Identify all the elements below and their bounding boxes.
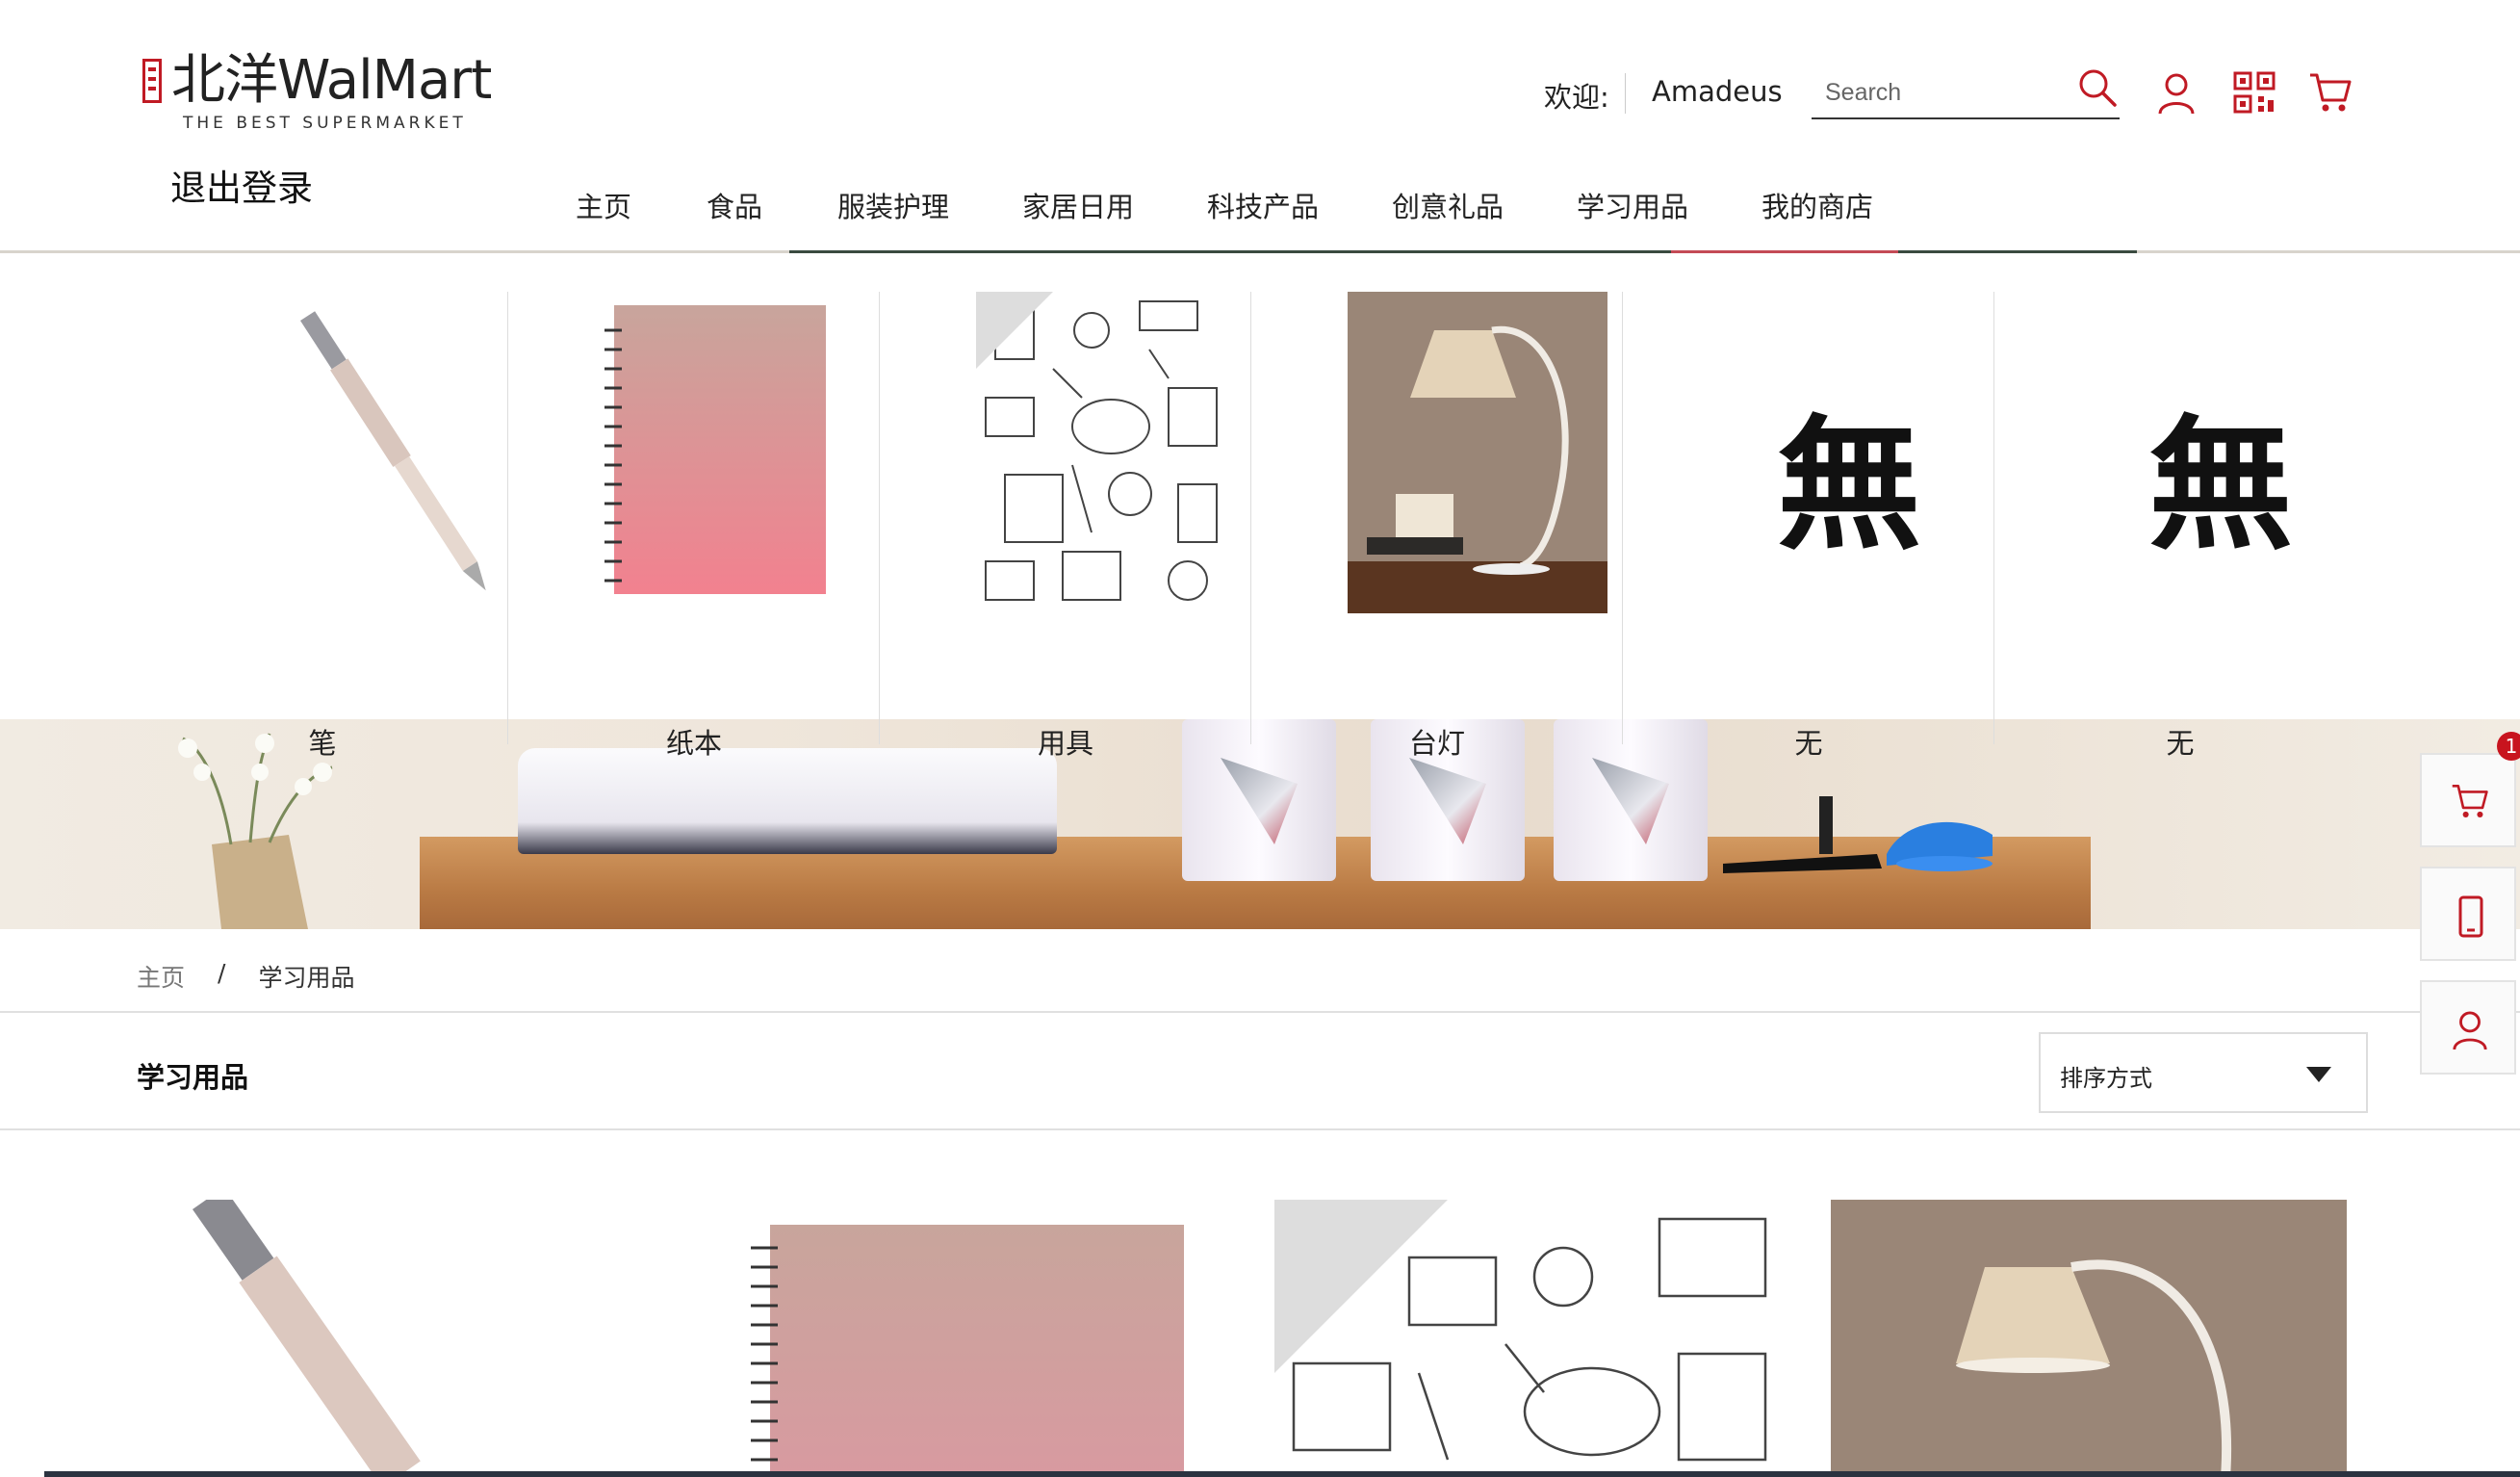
pen-image: [233, 292, 493, 613]
nav-item-tech[interactable]: 科技产品: [1207, 185, 1319, 225]
search-input[interactable]: [1825, 75, 2056, 110]
cart-icon: [2452, 785, 2488, 817]
sort-select[interactable]: 排序方式: [2039, 1032, 2368, 1113]
chevron-down-icon: [2306, 1067, 2331, 1082]
category-item[interactable]: 台灯: [1251, 292, 1623, 760]
stationery-pattern-image: [976, 292, 1236, 613]
side-mobile-button[interactable]: [2420, 867, 2516, 961]
divider: [0, 1011, 2520, 1013]
nav-item-food[interactable]: 食品: [707, 185, 762, 225]
side-cart-button[interactable]: [2420, 753, 2516, 847]
page: 北洋WalMart THE BEST SUPERMARKET 退出登录 欢迎: …: [0, 0, 2520, 1477]
product-card[interactable]: [154, 1200, 670, 1477]
side-user-button[interactable]: [2420, 980, 2516, 1075]
user-icon[interactable]: [2156, 71, 2197, 116]
nav-item-home[interactable]: 主页: [576, 185, 631, 225]
bottom-scroll-edge: [44, 1471, 2520, 1477]
category-label: 无: [2166, 727, 2195, 760]
breadcrumb-home[interactable]: 主页: [137, 959, 185, 994]
mobile-icon: [2458, 895, 2483, 938]
user-icon: [2453, 1011, 2487, 1050]
category-item[interactable]: 笔: [137, 292, 508, 760]
product-card[interactable]: [1274, 1200, 1790, 1477]
desk-lamp-image: [1348, 292, 1607, 613]
category-item[interactable]: 用具: [880, 292, 1251, 760]
logo-text: 北洋WalMart: [171, 49, 492, 112]
nav-item-home-goods[interactable]: 家居日用: [1022, 185, 1134, 225]
mu-character-image: 無: [2147, 401, 2293, 570]
category-dropdown: 笔 纸本 用具 台灯 無 无 無 无: [0, 253, 2520, 760]
nav-item-gifts[interactable]: 创意礼品: [1392, 185, 1504, 225]
username[interactable]: Amadeus: [1652, 75, 1783, 108]
category-label: 用具: [1037, 727, 1093, 760]
nav-item-my-store[interactable]: 我的商店: [1761, 185, 1873, 225]
breadcrumb-separator: /: [218, 959, 226, 987]
nav-item-study-supplies[interactable]: 学习用品: [1577, 185, 1688, 225]
category-item[interactable]: 無 无: [1623, 292, 1994, 760]
cart-icon[interactable]: [2308, 71, 2353, 114]
logo-seal-icon: [142, 59, 162, 103]
notebook-image: [751, 1225, 1184, 1477]
notebook-image: [604, 305, 826, 594]
desk-lamp-image: [1831, 1200, 2347, 1477]
main-nav: 主页 食品 服装护理 家居日用 科技产品 创意礼品 学习用品 我的商店: [0, 185, 2520, 223]
divider: [0, 1128, 2520, 1130]
category-label: 纸本: [665, 727, 722, 760]
mu-character-image: 無: [1776, 401, 1921, 570]
category-label: 台灯: [1408, 727, 1465, 760]
stationery-pattern-image: [1274, 1200, 1790, 1477]
product-card[interactable]: [741, 1200, 1257, 1477]
category-item[interactable]: 無 无: [1994, 292, 2366, 760]
breadcrumb-current: 学习用品: [258, 964, 355, 992]
category-label: 笔: [308, 727, 337, 760]
search-icon[interactable]: [2077, 67, 2118, 108]
category-item[interactable]: 纸本: [508, 292, 880, 760]
qr-code-icon[interactable]: [2233, 71, 2276, 114]
category-label: 无: [1794, 727, 1823, 760]
breadcrumb: 主页 / 学习用品: [137, 959, 354, 994]
section-title: 学习用品: [137, 1061, 249, 1094]
stapler-image: [1723, 796, 1993, 873]
search-box: [1812, 67, 2120, 119]
sort-label: 排序方式: [2060, 1065, 2152, 1092]
divider: [1625, 73, 1626, 114]
logo-tagline: THE BEST SUPERMARKET: [183, 114, 467, 133]
laminator-image: [518, 748, 1057, 854]
product-card[interactable]: [1831, 1200, 2347, 1477]
pen-image: [154, 1200, 670, 1477]
cart-count-badge: 1: [2497, 732, 2520, 761]
logo[interactable]: 北洋WalMart THE BEST SUPERMARKET: [142, 49, 492, 133]
nav-item-clothing-care[interactable]: 服装护理: [837, 185, 949, 225]
welcome-label: 欢迎:: [1544, 81, 1609, 114]
